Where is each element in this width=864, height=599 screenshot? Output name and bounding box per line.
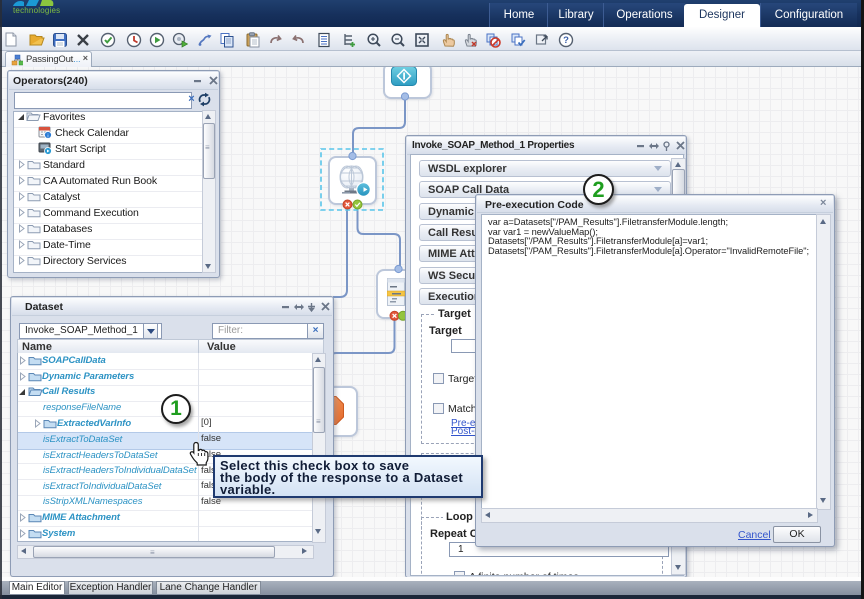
svg-text:i: i: [47, 133, 48, 139]
svg-text:?: ?: [563, 35, 569, 46]
